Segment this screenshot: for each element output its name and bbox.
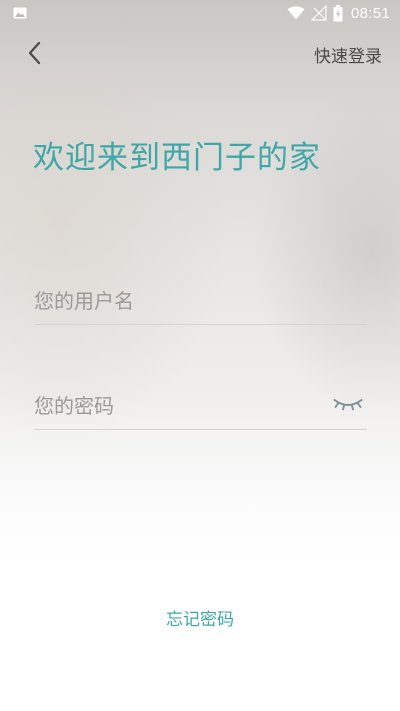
status-bar: 08:51 <box>0 0 400 26</box>
status-icons: 08:51 <box>281 3 390 23</box>
quick-login-link[interactable]: 快速登录 <box>314 42 382 67</box>
status-time: 08:51 <box>350 4 390 22</box>
eye-closed-icon[interactable] <box>333 395 363 413</box>
password-input[interactable] <box>34 385 324 427</box>
battery-icon <box>333 4 343 21</box>
username-field-container <box>34 280 367 325</box>
login-screen: 08:51 快速登录 欢迎来到西门子的家 忘记密码 <box>0 0 400 711</box>
back-button[interactable] <box>20 38 52 70</box>
page-title: 欢迎来到西门子的家 <box>33 140 321 176</box>
wifi-icon <box>287 6 305 20</box>
chevron-left-icon <box>28 41 41 65</box>
image-icon <box>13 7 27 19</box>
username-input[interactable] <box>34 280 324 322</box>
forgot-password-link[interactable]: 忘记密码 <box>0 605 400 630</box>
no-signal-icon <box>310 5 327 21</box>
password-field-container <box>34 385 367 430</box>
